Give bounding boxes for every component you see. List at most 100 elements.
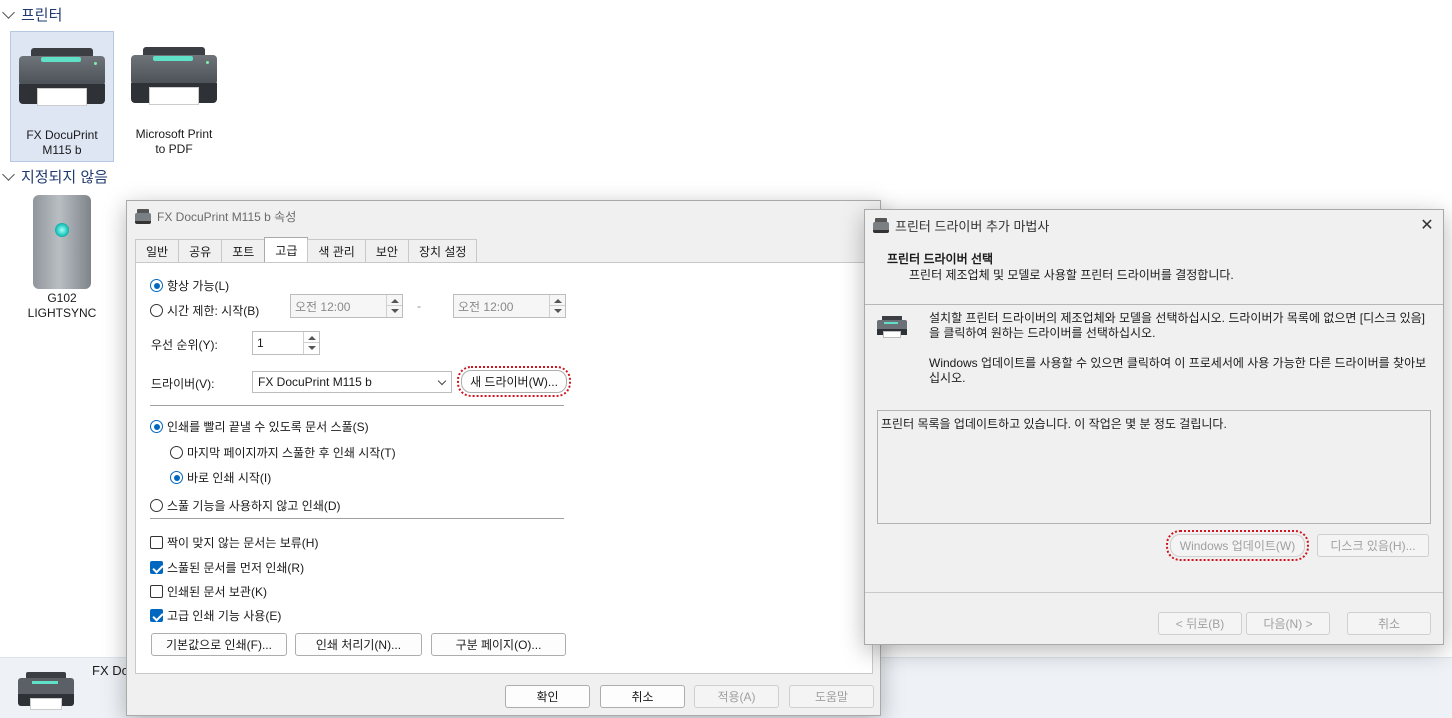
- print-spooled-first-checkbox[interactable]: 스풀된 문서를 먼저 인쇄(R): [150, 559, 304, 576]
- tab-security[interactable]: 보안: [364, 239, 409, 263]
- device-label-line1: Microsoft Print: [135, 127, 213, 141]
- device-fx-docuprint[interactable]: FX DocuPrint M115 b: [10, 31, 114, 162]
- print-direct-radio[interactable]: 스풀 기능을 사용하지 않고 인쇄(D): [150, 497, 341, 514]
- driver-label: 드라이버(V):: [151, 377, 215, 391]
- device-label-line1: G102: [47, 291, 77, 305]
- group-title: 지정되지 않음: [21, 169, 108, 186]
- radio-empty-icon: [150, 304, 163, 317]
- time-to-value: 오전 12:00: [458, 299, 514, 314]
- tab-device-settings[interactable]: 장치 설정: [407, 239, 478, 263]
- radio-label: 마지막 페이지까지 스풀한 후 인쇄 시작(T): [187, 446, 396, 460]
- checkbox-checked-icon: [150, 561, 163, 574]
- time-from-picker[interactable]: 오전 12:00: [290, 294, 403, 318]
- checkbox-label: 스풀된 문서를 먼저 인쇄(R): [167, 561, 305, 575]
- radio-label: 스풀 기능을 사용하지 않고 인쇄(D): [167, 499, 341, 513]
- device-label-line2: to PDF: [155, 142, 193, 156]
- next-button[interactable]: 다음(N) >: [1246, 612, 1330, 635]
- device-ms-print-to-pdf[interactable]: Microsoft Print to PDF: [122, 31, 226, 162]
- spin-arrows-icon[interactable]: [303, 332, 319, 354]
- spool-radio[interactable]: 인쇄를 빨리 끝낼 수 있도록 문서 스풀(S): [150, 418, 369, 435]
- time-to-picker[interactable]: 오전 12:00: [453, 294, 566, 318]
- printer-icon: [131, 47, 217, 111]
- divider: [865, 304, 1443, 305]
- have-disk-button[interactable]: 디스크 있음(H)...: [1317, 534, 1429, 557]
- group-header-unspecified[interactable]: 지정되지 않음: [2, 166, 108, 187]
- checkbox-empty-icon: [150, 585, 163, 598]
- start-immediately-radio[interactable]: 바로 인쇄 시작(I): [170, 469, 271, 486]
- chevron-down-icon: [2, 6, 15, 19]
- time-from-value: 오전 12:00: [295, 299, 351, 314]
- chevron-down-icon: [2, 168, 15, 181]
- checkbox-label: 고급 인쇄 기능 사용(E): [167, 609, 282, 623]
- wizard-header: 프린터 드라이버 선택 프린터 제조업체 및 모델로 사용할 프린터 드라이버를…: [865, 244, 1443, 304]
- radio-label: 항상 가능(L): [167, 279, 230, 293]
- device-g102-lightsync[interactable]: G102 LIGHTSYNC: [10, 195, 114, 325]
- priority-stepper[interactable]: 1: [252, 331, 320, 355]
- checkbox-label: 인쇄된 문서 보관(K): [167, 585, 267, 599]
- printing-defaults-button[interactable]: 기본값으로 인쇄(F)...: [151, 633, 287, 656]
- group-header-printers[interactable]: 프린터: [2, 4, 62, 25]
- checkbox-empty-icon: [150, 536, 163, 549]
- titlebar: FX DocuPrint M115 b 속성: [127, 201, 880, 231]
- separator-page-button[interactable]: 구분 페이지(O)...: [431, 633, 566, 656]
- chevron-down-icon: [437, 376, 447, 386]
- back-button[interactable]: < 뒤로(B): [1158, 612, 1242, 635]
- always-available-radio[interactable]: 항상 가능(L): [150, 277, 229, 294]
- driver-select[interactable]: FX DocuPrint M115 b: [252, 371, 452, 393]
- driver-list[interactable]: 프린터 목록을 업데이트하고 있습니다. 이 작업은 몇 분 정도 걸립니다.: [877, 410, 1431, 524]
- radio-label: 시간 제한: 시작(B): [167, 304, 260, 318]
- radio-label: 바로 인쇄 시작(I): [187, 471, 272, 485]
- device-label-line2: LIGHTSYNC: [27, 306, 97, 320]
- printer-properties-dialog: FX DocuPrint M115 b 속성 × 일반 공유 포트 고급 색 관…: [126, 200, 885, 716]
- spool-after-last-page-radio[interactable]: 마지막 페이지까지 스풀한 후 인쇄 시작(T): [170, 444, 396, 461]
- spin-arrows-icon[interactable]: [386, 295, 402, 317]
- wizard-heading: 프린터 드라이버 선택: [887, 252, 994, 266]
- radio-selected-icon: [150, 420, 163, 433]
- printer-icon: [873, 218, 889, 233]
- divider: [150, 405, 564, 406]
- tab-color-management[interactable]: 색 관리: [307, 239, 366, 263]
- wizard-instruction-2: Windows 업데이트를 사용할 수 있으면 클릭하여 이 프로세서에 사용 …: [929, 356, 1427, 385]
- dialog-title: FX DocuPrint M115 b 속성: [157, 209, 297, 224]
- cancel-button[interactable]: 취소: [1347, 612, 1431, 635]
- radio-label: 인쇄를 빨리 끝낼 수 있도록 문서 스풀(S): [167, 420, 369, 434]
- checkbox-label: 짝이 맞지 않는 문서는 보류(H): [167, 536, 319, 550]
- device-label-line1: FX DocuPrint: [26, 128, 98, 142]
- tab-advanced[interactable]: 고급: [264, 237, 309, 263]
- divider: [865, 592, 1443, 593]
- print-processor-button[interactable]: 인쇄 처리기(N)...: [295, 633, 422, 656]
- radio-empty-icon: [170, 446, 183, 459]
- tab-strip: 일반 공유 포트 고급 색 관리 보안 장치 설정: [135, 237, 478, 263]
- radio-selected-icon: [150, 279, 163, 292]
- apply-button[interactable]: 적용(A): [694, 685, 779, 708]
- tab-ports[interactable]: 포트: [221, 239, 266, 263]
- time-limited-radio[interactable]: 시간 제한: 시작(B): [150, 302, 259, 319]
- hold-mismatched-checkbox[interactable]: 짝이 맞지 않는 문서는 보류(H): [150, 534, 318, 551]
- cancel-button[interactable]: 취소: [600, 685, 685, 708]
- priority-label: 우선 순위(Y):: [151, 338, 218, 352]
- advanced-features-checkbox[interactable]: 고급 인쇄 기능 사용(E): [150, 607, 281, 624]
- titlebar: 프린터 드라이버 추가 마법사: [865, 210, 1443, 240]
- advanced-tab-panel: 항상 가능(L) 시간 제한: 시작(B) 오전 12:00 - 오전 12:0…: [135, 262, 873, 674]
- dialog-title: 프린터 드라이버 추가 마법사: [895, 218, 1050, 234]
- divider: [150, 518, 564, 519]
- computer-tower-icon: [33, 195, 91, 289]
- tab-sharing[interactable]: 공유: [178, 239, 223, 263]
- radio-selected-icon: [170, 471, 183, 484]
- group-title: 프린터: [21, 7, 63, 24]
- new-driver-button[interactable]: 새 드라이버(W)...: [457, 366, 571, 397]
- device-label-line2: M115 b: [42, 143, 82, 157]
- windows-update-button[interactable]: Windows 업데이트(W): [1166, 530, 1309, 561]
- tab-general[interactable]: 일반: [135, 239, 180, 263]
- driver-value: FX DocuPrint M115 b: [258, 375, 372, 389]
- close-icon[interactable]: ✕: [1413, 214, 1441, 236]
- printer-icon: [18, 668, 74, 712]
- checkbox-checked-icon: [150, 609, 163, 622]
- help-button[interactable]: 도움말: [789, 685, 874, 708]
- spin-arrows-icon[interactable]: [549, 295, 565, 317]
- radio-empty-icon: [150, 499, 163, 512]
- list-status-message: 프린터 목록을 업데이트하고 있습니다. 이 작업은 몇 분 정도 걸립니다.: [881, 417, 1227, 431]
- printer-icon: [877, 314, 907, 338]
- keep-printed-checkbox[interactable]: 인쇄된 문서 보관(K): [150, 583, 267, 600]
- ok-button[interactable]: 확인: [505, 685, 590, 708]
